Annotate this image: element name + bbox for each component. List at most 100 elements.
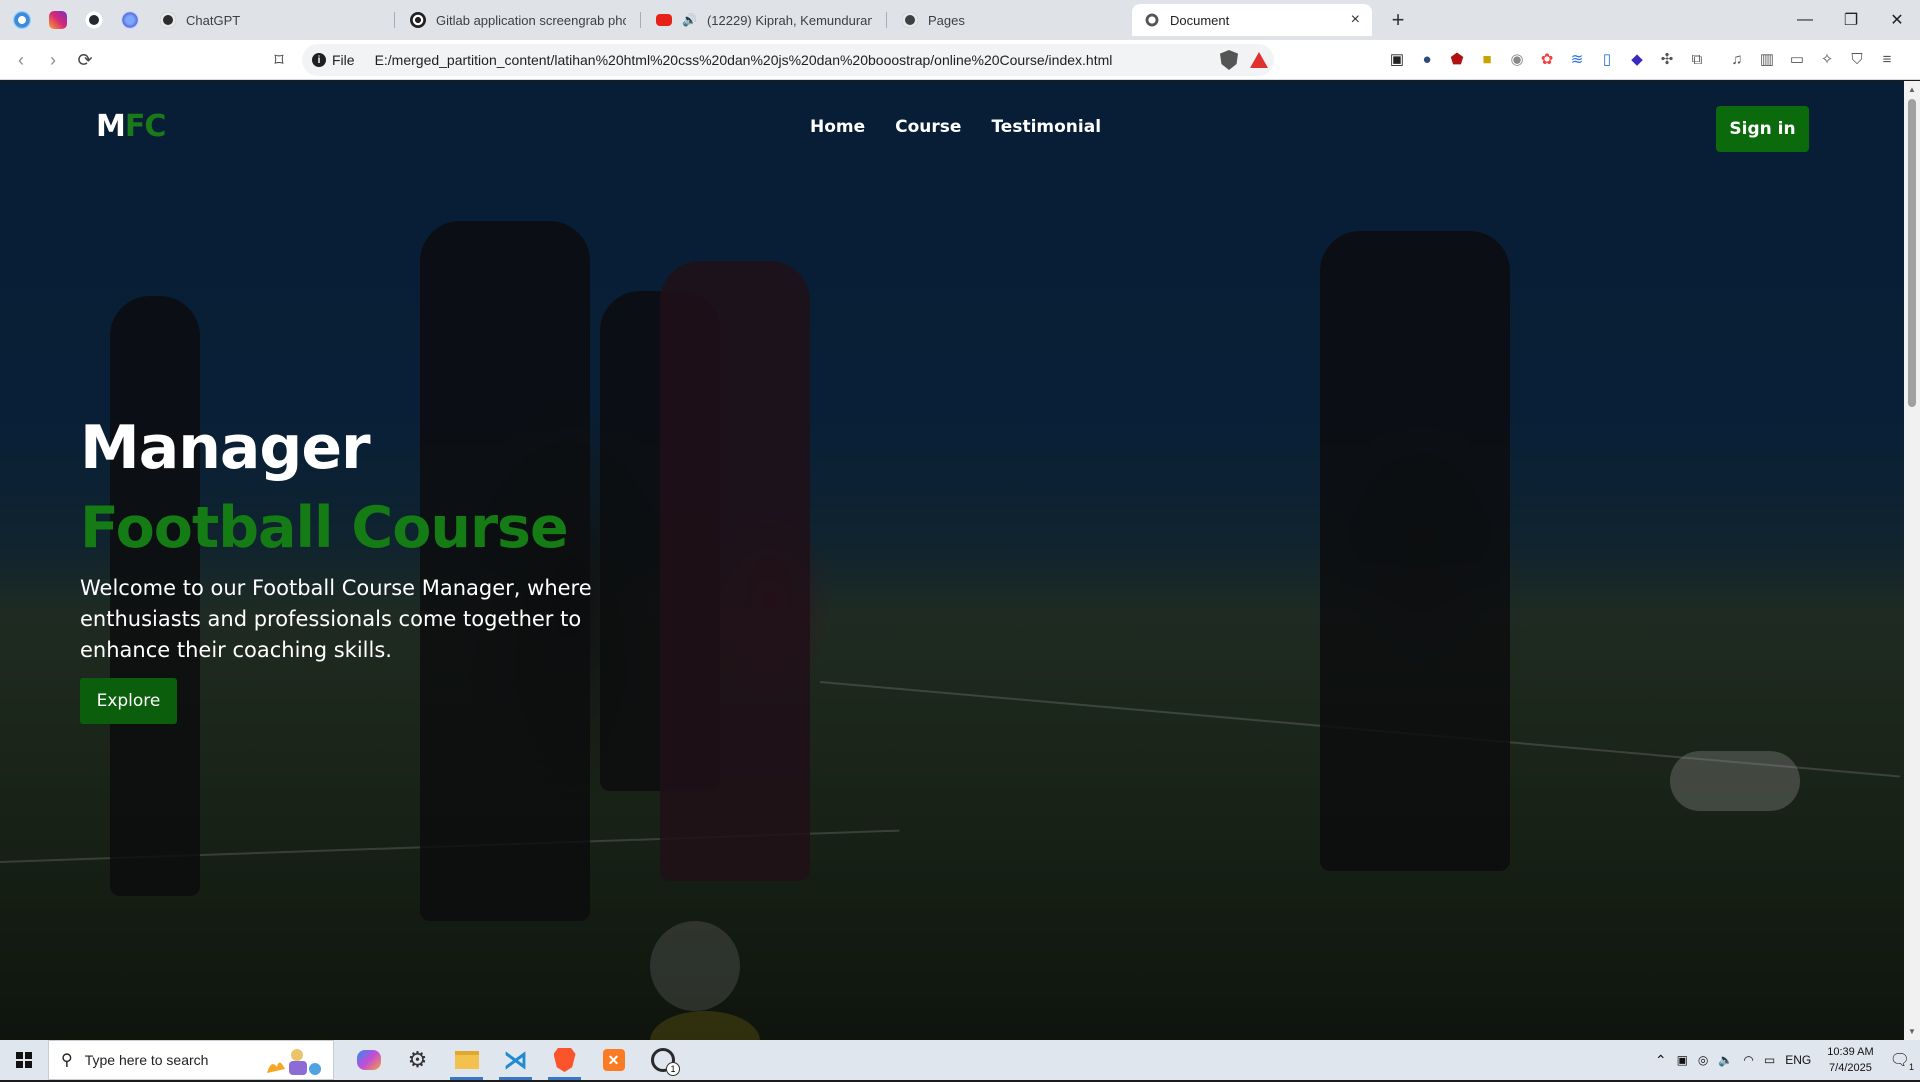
windows-logo-icon xyxy=(16,1052,32,1068)
notification-count: 1 xyxy=(1908,1062,1914,1072)
wallet-icon[interactable]: ▭ xyxy=(1786,48,1808,70)
pinned-tab-extension[interactable] xyxy=(116,6,144,34)
settings-gear-icon: ⚙ xyxy=(407,1047,428,1072)
github-icon xyxy=(85,11,103,29)
url-text[interactable]: E:/merged_partition_content/latihan%20ht… xyxy=(375,52,1264,68)
taskbar-vscode[interactable]: ⋊ xyxy=(491,1040,540,1080)
close-tab-icon[interactable]: × xyxy=(1351,11,1360,29)
phone-icon[interactable]: ▯ xyxy=(1596,48,1618,70)
file-scheme-label: File xyxy=(332,52,355,68)
taskbar-settings[interactable]: ⚙ xyxy=(393,1040,442,1080)
tab-chatgpt[interactable]: ChatGPT xyxy=(148,4,388,36)
color-wheel-icon[interactable]: ✿ xyxy=(1536,48,1558,70)
window-controls: — ❐ ✕ xyxy=(1782,0,1920,40)
music-icon[interactable]: ♫ xyxy=(1726,48,1748,70)
new-tab-button[interactable]: + xyxy=(1384,6,1412,34)
extensions-bar: ▣ ● ⬟ ■ ◉ ✿ ≋ ▯ ◆ ✣ ⧉ ♫ ▥ ▭ ✧ ⛉ ≡ xyxy=(1386,48,1898,72)
pinned-tabs xyxy=(0,0,144,40)
taskbar-file-explorer[interactable] xyxy=(442,1040,491,1080)
system-tray: ⌃ ▣ ◎ 🔈 ◠ ▭ ENG 10:39 AM 7/4/2025 🗨 1 xyxy=(1655,1040,1920,1080)
extension-qr-icon[interactable]: ▣ xyxy=(1386,48,1408,70)
battery-icon[interactable]: ▭ xyxy=(1764,1053,1775,1067)
reload-icon[interactable]: ⟳ xyxy=(72,47,98,73)
tab-separator xyxy=(640,12,641,28)
sign-in-button[interactable]: Sign in xyxy=(1716,106,1809,152)
puzzle-icon[interactable]: ✣ xyxy=(1656,48,1678,70)
ublock-icon[interactable]: ⬟ xyxy=(1446,48,1468,70)
back-icon[interactable]: ‹ xyxy=(8,47,34,73)
vpn-icon[interactable]: ⛉ xyxy=(1846,48,1868,70)
menu-icon[interactable]: ≡ xyxy=(1876,48,1898,70)
pinned-tab-instagram[interactable] xyxy=(44,6,72,34)
leo-ai-icon[interactable]: ✧ xyxy=(1816,48,1838,70)
tab-title: Gitlab application screengrab photo xyxy=(436,12,626,28)
tab-title: (12229) Kiprah, Kemunduran, dan xyxy=(706,12,872,28)
pinned-tab-github[interactable] xyxy=(80,6,108,34)
tab-title: ChatGPT xyxy=(186,12,241,28)
site-logo[interactable]: MFC xyxy=(96,109,167,144)
scroll-up-icon[interactable]: ▲ xyxy=(1908,85,1916,94)
chatgpt-icon xyxy=(160,12,176,28)
taskbar-apps: ⚙ ⋊ ✕ 1 xyxy=(344,1040,687,1080)
taskbar-search-box[interactable]: ⚲ Type here to search xyxy=(48,1040,334,1080)
language-indicator[interactable]: ENG xyxy=(1785,1053,1811,1067)
hero-title-manager: Manager xyxy=(80,413,371,483)
nav-link-testimonial[interactable]: Testimonial xyxy=(991,117,1101,137)
tab-document[interactable]: Document × xyxy=(1132,4,1372,36)
minimize-button[interactable]: — xyxy=(1782,0,1828,40)
brave-rewards-icon[interactable] xyxy=(1250,52,1268,68)
restore-button[interactable]: ❐ xyxy=(1828,0,1874,40)
taskbar-xampp[interactable]: ✕ xyxy=(589,1040,638,1080)
network-icon[interactable]: ◠ xyxy=(1743,1053,1753,1067)
soccer-ball-icon xyxy=(410,12,426,28)
site-info-icon[interactable]: i xyxy=(312,53,326,67)
taskbar-copilot[interactable] xyxy=(344,1040,393,1080)
nav-link-course[interactable]: Course xyxy=(895,117,961,137)
pinned-tab-browser[interactable] xyxy=(8,6,36,34)
clock-date: 7/4/2025 xyxy=(1829,1062,1872,1074)
volume-icon[interactable]: 🔈 xyxy=(1718,1053,1733,1067)
diamond-icon[interactable]: ◆ xyxy=(1626,48,1648,70)
tab-title: Document xyxy=(1170,12,1230,28)
camera-icon[interactable]: ◉ xyxy=(1506,48,1528,70)
scroll-down-icon[interactable]: ▼ xyxy=(1908,1027,1916,1036)
explore-button[interactable]: Explore xyxy=(80,678,177,724)
hero-title-football-course: Football Course xyxy=(80,495,569,561)
bookmark-icon[interactable]: ⌑ xyxy=(266,47,292,73)
taskbar-whatsapp[interactable]: 1 xyxy=(638,1040,687,1080)
swirl-icon xyxy=(121,11,139,29)
clock-time: 10:39 AM xyxy=(1827,1046,1874,1058)
forward-icon[interactable]: › xyxy=(40,47,66,73)
translate-icon[interactable]: ⧉ xyxy=(1686,48,1708,70)
extension-k-icon[interactable]: ● xyxy=(1416,48,1438,70)
tab-youtube[interactable]: 🔊 (12229) Kiprah, Kemunduran, dan xyxy=(644,4,884,36)
chevron-up-icon[interactable]: ⌃ xyxy=(1655,1052,1667,1069)
close-window-button[interactable]: ✕ xyxy=(1874,0,1920,40)
folder-icon xyxy=(454,1051,479,1069)
webcam-icon[interactable]: ◎ xyxy=(1698,1053,1708,1067)
instagram-icon xyxy=(49,11,67,29)
speaker-icon[interactable]: 🔊 xyxy=(682,13,697,27)
tab-pages[interactable]: Pages xyxy=(890,4,1130,36)
wave-icon[interactable]: ≋ xyxy=(1566,48,1588,70)
meet-now-icon[interactable]: ▣ xyxy=(1677,1053,1688,1067)
globe-icon xyxy=(1144,12,1160,28)
start-button[interactable] xyxy=(0,1040,48,1080)
logo-letters-fc: FC xyxy=(124,109,167,144)
tab-gitlab[interactable]: Gitlab application screengrab photo xyxy=(398,4,638,36)
scrollbar-thumb[interactable] xyxy=(1908,99,1916,407)
sidebar-icon[interactable]: ▥ xyxy=(1756,48,1778,70)
taskbar-brave[interactable] xyxy=(540,1040,589,1080)
nav-link-home[interactable]: Home xyxy=(810,117,865,137)
search-icon: ⚲ xyxy=(61,1052,73,1069)
clock[interactable]: 10:39 AM 7/4/2025 xyxy=(1827,1044,1873,1076)
whatsapp-badge: 1 xyxy=(666,1062,680,1076)
youtube-icon xyxy=(656,14,672,26)
xampp-icon: ✕ xyxy=(602,1049,625,1071)
address-bar[interactable]: i File E:/merged_partition_content/latih… xyxy=(302,44,1274,76)
extension-box-icon[interactable]: ■ xyxy=(1476,48,1498,70)
page-scrollbar[interactable]: ▲ ▼ xyxy=(1904,81,1920,1040)
search-highlight-doodle-icon[interactable] xyxy=(259,1045,327,1077)
notification-center-icon[interactable]: 🗨 1 xyxy=(1890,1050,1914,1072)
browser-icon xyxy=(13,11,31,29)
